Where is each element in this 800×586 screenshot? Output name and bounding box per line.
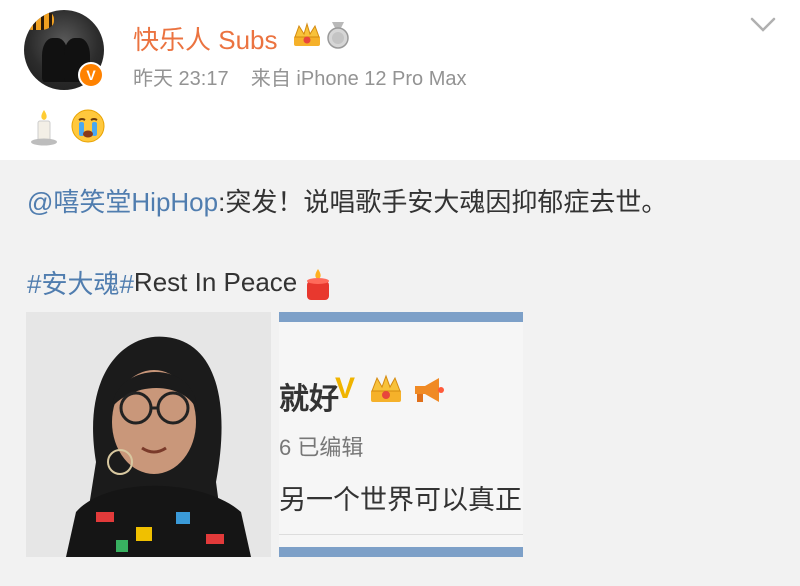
photo-portrait[interactable] <box>26 312 271 557</box>
repost-text: @嘻笑堂HipHop:突发！说唱歌手安大魂因抑郁症去世。 <box>27 182 667 219</box>
timestamp: 昨天 23:17 <box>133 68 229 90</box>
screenshot-bottom-bar <box>279 547 523 557</box>
candle-emoji-icon <box>31 110 57 146</box>
post-source: 来自 iPhone 12 Pro Max <box>250 68 467 90</box>
post-body <box>28 108 106 146</box>
crown-badge-icon <box>371 374 401 402</box>
post-header: V 快乐人 Subs 昨天 23:17 来自 iPhone 12 Pro Max <box>0 0 800 160</box>
verified-badge-label: V <box>86 67 96 83</box>
tiger-ornament-icon <box>24 10 54 30</box>
repost-hashtag-line: #安大魂# Rest In Peace <box>27 264 333 301</box>
chevron-down-icon[interactable] <box>748 14 778 36</box>
post-meta: 昨天 23:17 来自 iPhone 12 Pro Max <box>133 62 467 91</box>
portrait-illustration <box>26 312 271 557</box>
hashtag-tail: Rest In Peace <box>133 267 298 297</box>
repost-card[interactable]: @嘻笑堂HipHop:突发！说唱歌手安大魂因抑郁症去世。 #安大魂# Rest … <box>0 160 800 586</box>
screenshot-verified-v: V <box>335 372 356 405</box>
megaphone-icon <box>415 378 444 402</box>
medal-badge-icon[interactable] <box>326 22 350 50</box>
screenshot-timestamp: 6 已编辑 <box>279 435 364 460</box>
verified-badge-icon: V <box>78 62 104 88</box>
crown-badge-icon[interactable] <box>292 22 322 48</box>
candle-emoji-icon <box>307 268 330 300</box>
repost-message: :突发！说唱歌手安大魂因抑郁症去世。 <box>218 187 668 217</box>
screenshot-name: 就好 <box>279 383 339 416</box>
username[interactable]: 快乐人 Subs <box>133 20 278 57</box>
crying-face-emoji-icon <box>71 109 105 143</box>
screenshot-top-bar <box>279 312 523 322</box>
divider <box>279 534 523 535</box>
photo-screenshot[interactable]: 就好 V 6 已编辑 另一个世界可以真正 <box>279 312 523 557</box>
hashtag-link[interactable]: #安大魂# <box>27 264 134 301</box>
screenshot-text: 另一个世界可以真正 <box>279 485 522 515</box>
mention-link[interactable]: @嘻笑堂HipHop <box>27 187 218 217</box>
